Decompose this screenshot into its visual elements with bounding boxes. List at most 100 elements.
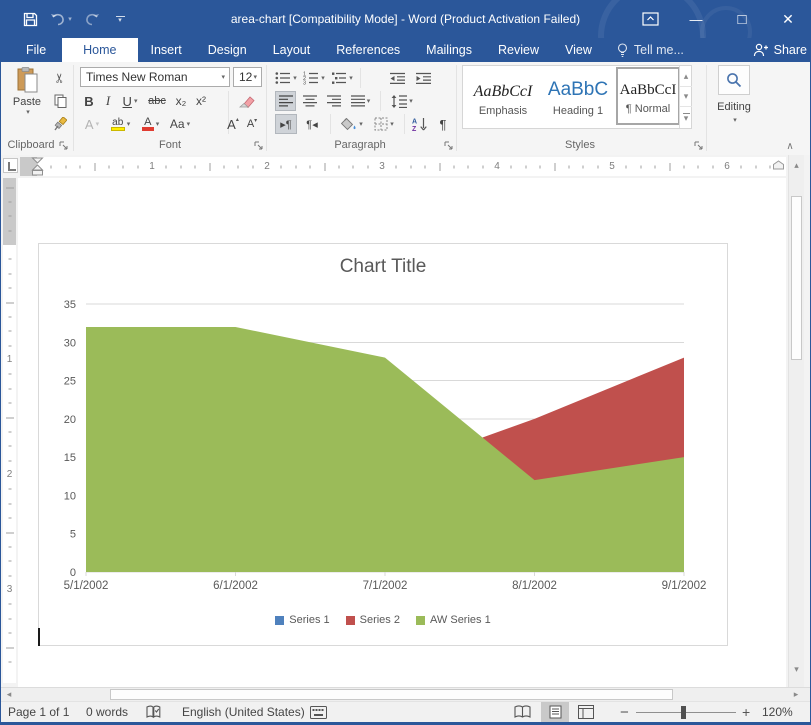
save-button[interactable] — [16, 6, 44, 32]
font-color-button[interactable]: A ▾ — [137, 114, 164, 134]
change-case-button[interactable]: Aa ▾ — [167, 114, 193, 134]
highlight-color-button[interactable]: ab ▾ — [107, 114, 134, 134]
grow-font-button[interactable]: A▴ — [224, 114, 242, 134]
style-normal[interactable]: AaBbCcI ¶ Normal — [616, 67, 680, 125]
paragraph-dialog-launcher[interactable] — [444, 141, 454, 151]
styles-dialog-launcher[interactable] — [694, 141, 704, 151]
page-indicator[interactable]: Page 1 of 1 — [8, 702, 69, 722]
justify-dropdown-icon[interactable]: ▾ — [367, 97, 371, 105]
sort-button[interactable]: AZ — [408, 114, 430, 134]
customize-quick-access-toolbar-button[interactable]: ▾ — [106, 6, 134, 32]
font-family-combo[interactable]: Times New Roman ▾ — [80, 67, 230, 87]
legend-item-series-1[interactable]: Series 1 — [275, 614, 329, 626]
undo-dropdown-icon[interactable]: ▾ — [68, 15, 72, 23]
scroll-down-button[interactable]: ▾ — [789, 660, 804, 678]
clear-formatting-button[interactable] — [234, 91, 260, 111]
zoom-level[interactable]: 120% — [762, 702, 793, 722]
line-spacing-dropdown-icon[interactable]: ▾ — [409, 97, 413, 105]
tab-stop-selector[interactable] — [3, 158, 18, 173]
shrink-font-button[interactable]: A▾ — [243, 114, 261, 134]
justify-button[interactable]: ▾ — [347, 91, 374, 111]
font-color-dropdown-icon[interactable]: ▾ — [156, 120, 160, 128]
decrease-indent-button[interactable] — [386, 68, 408, 88]
shading-dropdown-icon[interactable]: ▾ — [359, 120, 363, 128]
scroll-up-button[interactable]: ▴ — [789, 156, 804, 174]
italic-button[interactable]: I — [100, 91, 116, 111]
zoom-slider-thumb[interactable] — [681, 706, 686, 719]
zoom-out-button[interactable]: − — [620, 702, 629, 722]
tab-layout[interactable]: Layout — [260, 38, 324, 62]
paste-button[interactable]: Paste ▾ — [8, 66, 46, 132]
vertical-ruler[interactable]: 123 — [3, 178, 16, 683]
tab-design[interactable]: Design — [195, 38, 260, 62]
align-right-button[interactable] — [323, 91, 344, 111]
font-size-combo[interactable]: 12 ▾ — [233, 67, 262, 87]
line-spacing-button[interactable]: ▾ — [388, 91, 416, 111]
superscript-button[interactable]: x² — [192, 91, 210, 111]
borders-dropdown-icon[interactable]: ▾ — [390, 120, 394, 128]
numbering-dropdown-icon[interactable]: ▾ — [321, 74, 325, 82]
legend-item-series-2[interactable]: Series 2 — [346, 614, 400, 626]
horizontal-scrollbar-thumb[interactable] — [110, 689, 673, 700]
tab-insert[interactable]: Insert — [138, 38, 195, 62]
strikethrough-button[interactable]: abc — [144, 91, 170, 111]
bullets-button[interactable]: ▾ — [274, 68, 298, 88]
scroll-right-button[interactable]: ▸ — [789, 689, 803, 700]
horizontal-ruler[interactable]: 123456 — [20, 157, 786, 176]
borders-button[interactable]: ▾ — [370, 114, 398, 134]
show-hide-paragraph-button[interactable]: ¶ — [434, 114, 452, 134]
chart-title[interactable]: Chart Title — [39, 256, 727, 278]
change-case-dropdown-icon[interactable]: ▾ — [187, 120, 191, 128]
styles-more-button[interactable]: ▾ — [680, 106, 692, 127]
editing-button[interactable]: Editing ▾ — [717, 65, 751, 127]
multilevel-dropdown-icon[interactable]: ▾ — [349, 74, 353, 82]
bullets-dropdown-icon[interactable]: ▾ — [293, 74, 297, 82]
clipboard-dialog-launcher[interactable] — [59, 141, 69, 151]
tab-mailings[interactable]: Mailings — [413, 38, 485, 62]
increase-indent-button[interactable] — [412, 68, 434, 88]
copy-button[interactable] — [50, 91, 70, 111]
vertical-scrollbar[interactable]: ▴ ▾ — [788, 155, 804, 687]
tab-file[interactable]: File — [10, 38, 62, 62]
styles-scroll-down-button[interactable]: ▾ — [680, 86, 692, 106]
zoom-slider-track[interactable] — [636, 712, 736, 713]
zoom-in-button[interactable]: + — [742, 702, 750, 722]
tell-me-box[interactable]: Tell me... — [605, 38, 696, 62]
right-indent-marker[interactable] — [772, 160, 785, 170]
subscript-button[interactable]: x₂ — [172, 91, 190, 111]
word-count[interactable]: 0 words — [86, 702, 128, 722]
vertical-scrollbar-thumb[interactable] — [791, 196, 802, 360]
cut-button[interactable]: ✂ — [50, 68, 70, 88]
close-button[interactable]: ✕ — [765, 0, 811, 38]
horizontal-scrollbar[interactable]: ◂ ▸ — [0, 687, 811, 701]
text-effects-button[interactable]: A ▾ — [80, 114, 104, 134]
indent-markers[interactable] — [29, 157, 46, 176]
left-to-right-button[interactable]: ▸¶ — [275, 114, 297, 134]
chart-object[interactable]: Chart Title 051015202530355/1/20026/1/20… — [38, 243, 728, 646]
multilevel-list-button[interactable]: ▾ — [330, 68, 354, 88]
shading-button[interactable]: ▾ — [338, 114, 366, 134]
minimize-button[interactable]: — — [673, 0, 719, 38]
read-mode-button[interactable] — [514, 702, 531, 722]
tab-references[interactable]: References — [323, 38, 413, 62]
proofing-status-icon[interactable] — [146, 702, 161, 722]
align-center-button[interactable] — [299, 91, 320, 111]
styles-scroll-up-button[interactable]: ▴ — [680, 66, 692, 86]
font-dialog-launcher[interactable] — [254, 141, 264, 151]
font-size-dropdown-icon[interactable]: ▾ — [253, 73, 257, 81]
tab-home[interactable]: Home — [62, 38, 137, 62]
numbering-button[interactable]: 123 ▾ — [302, 68, 326, 88]
ribbon-display-options-button[interactable] — [627, 0, 673, 38]
macro-record-icon[interactable] — [310, 702, 327, 722]
bold-button[interactable]: B — [80, 91, 98, 111]
print-layout-button[interactable] — [541, 702, 569, 722]
share-button[interactable]: Share — [753, 38, 807, 62]
right-to-left-button[interactable]: ¶◂ — [301, 114, 323, 134]
underline-dropdown-icon[interactable]: ▾ — [134, 97, 138, 105]
web-layout-button[interactable] — [578, 702, 594, 722]
style-heading1[interactable]: AaBbC Heading 1 — [542, 69, 614, 125]
format-painter-button[interactable] — [50, 114, 70, 134]
align-left-button[interactable] — [275, 91, 296, 111]
chart-legend[interactable]: Series 1Series 2AW Series 1 — [39, 614, 727, 626]
highlight-dropdown-icon[interactable]: ▾ — [127, 120, 131, 128]
